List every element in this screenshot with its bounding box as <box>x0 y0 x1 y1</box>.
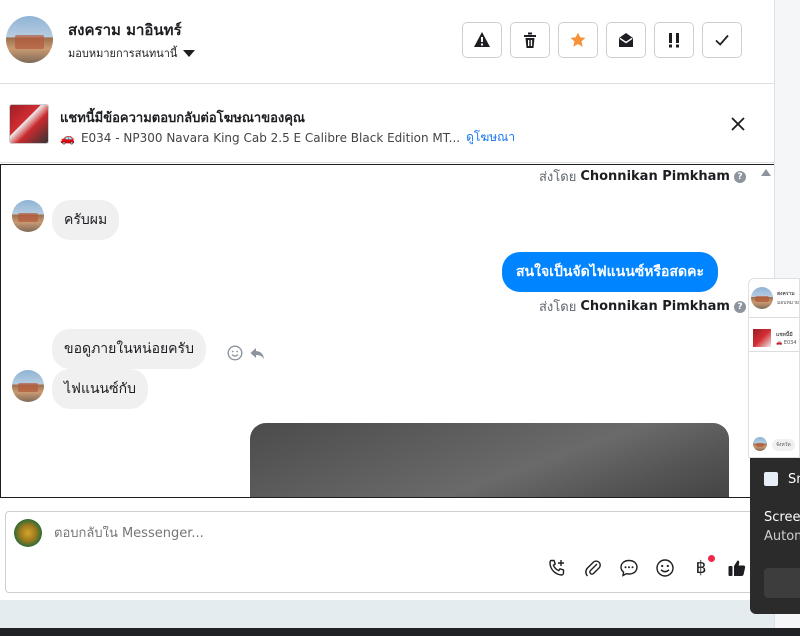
warning-icon <box>474 32 490 47</box>
sent-by-line: ส่งโดย Chonnikan Pimkham ? <box>539 166 746 187</box>
sent-by-line: ส่งโดย Chonnikan Pimkham ? <box>539 296 746 317</box>
scroll-up-arrow-icon[interactable] <box>761 169 771 176</box>
done-button[interactable] <box>702 22 742 58</box>
messenger-inbox-panel: สงคราม มาอินทร์ มอบหมายการสนทนานี้ แชทนี… <box>0 0 775 636</box>
view-ad-link[interactable]: ดูโฆษณา <box>466 128 515 147</box>
double-exclamation-icon <box>669 33 679 48</box>
emoji-button[interactable] <box>654 557 676 579</box>
page-footer-strip <box>0 600 774 628</box>
help-icon[interactable]: ? <box>733 170 746 183</box>
assign-dropdown[interactable]: มอบหมายการสนทนานี้ <box>68 44 196 62</box>
message-thread[interactable]: ส่งโดย Chonnikan Pimkham ? ครับผม สนใจเป… <box>0 164 775 498</box>
incoming-message[interactable]: ครับผม <box>52 200 120 240</box>
trash-icon <box>524 32 536 48</box>
incoming-message[interactable]: ไฟแนนซ์กับ <box>52 369 148 409</box>
image-attachment[interactable] <box>250 423 729 497</box>
toast-line-2: Autom <box>764 529 800 544</box>
help-icon[interactable]: ? <box>733 300 746 313</box>
contact-avatar-small[interactable] <box>12 370 44 402</box>
close-banner-button[interactable] <box>727 113 749 135</box>
phone-plus-icon <box>549 559 565 576</box>
snipping-tool-icon <box>764 472 778 486</box>
notification-toast[interactable]: Sn Screen Autom <box>750 458 800 614</box>
mini-ad-thumb <box>753 329 771 347</box>
mini-chat-window[interactable]: สงคราม มอบหมาย แชทนี้มี 🚗 E034 จังหวัด <box>748 278 800 458</box>
ad-banner-title: แชทนี้มีข้อความตอบกลับต่อโฆษณาของคุณ <box>60 111 305 126</box>
like-button[interactable] <box>726 557 748 579</box>
checkmark-icon <box>715 34 729 46</box>
spam-button[interactable] <box>462 22 502 58</box>
mini-ad-title: แชทนี้มี <box>776 332 793 338</box>
incoming-message[interactable]: ขอดูภายในหน่อยครับ <box>52 329 206 369</box>
paperclip-icon <box>585 560 601 577</box>
mini-message: จังหวัด <box>772 439 795 451</box>
smiley-icon[interactable] <box>227 345 243 361</box>
mini-divider <box>749 351 799 352</box>
toast-action-button[interactable] <box>764 568 800 598</box>
agent-name: Chonnikan Pimkham <box>580 299 730 314</box>
star-button[interactable] <box>558 22 598 58</box>
close-icon <box>731 117 745 131</box>
ad-description-row: 🚗 E034 - NP300 Navara King Cab 2.5 E Cal… <box>60 128 515 147</box>
outgoing-message[interactable]: สนใจเป็นจัดไฟแนนซ์หรือสดคะ <box>502 252 718 292</box>
mini-msg-avatar <box>753 437 767 451</box>
notification-dot <box>708 555 715 562</box>
mini-ad-sub: 🚗 E034 <box>776 340 797 346</box>
mini-sub: มอบหมาย <box>777 300 799 306</box>
payment-button[interactable]: ฿ <box>690 555 715 579</box>
reply-icon[interactable] <box>249 345 265 361</box>
open-envelope-icon <box>619 33 633 47</box>
baht-icon: ฿ <box>695 558 707 578</box>
conversation-header: สงคราม มาอินทร์ มอบหมายการสนทนานี้ <box>0 0 774 84</box>
assign-label: มอบหมายการสนทนานี้ <box>68 47 178 60</box>
contact-name[interactable]: สงคราม มาอินทร์ <box>68 18 182 42</box>
reply-composer: ฿ <box>5 511 767 593</box>
emoji-icon <box>656 559 674 577</box>
agent-name: Chonnikan Pimkham <box>580 169 730 184</box>
ad-thumbnail[interactable] <box>9 104 49 144</box>
attach-button[interactable] <box>582 557 604 579</box>
follow-up-button[interactable] <box>654 22 694 58</box>
mini-avatar <box>751 287 773 309</box>
car-icon: 🚗 <box>60 130 75 145</box>
toast-title: Sn <box>788 472 800 487</box>
mini-divider <box>749 317 799 318</box>
os-taskbar <box>0 628 800 636</box>
composer-toolbar: ฿ <box>546 555 748 579</box>
page-avatar <box>14 519 42 547</box>
chat-bubble-icon <box>620 559 638 577</box>
saved-replies-button[interactable] <box>618 557 640 579</box>
delete-button[interactable] <box>510 22 550 58</box>
caret-down-icon <box>183 49 196 57</box>
mark-unread-button[interactable] <box>606 22 646 58</box>
toast-line-1: Screen <box>764 510 800 525</box>
contact-avatar-small[interactable] <box>12 200 44 232</box>
sent-by-label: ส่งโดย <box>539 170 577 185</box>
thumbs-up-icon <box>728 560 746 576</box>
call-button[interactable] <box>546 557 568 579</box>
ad-description: E034 - NP300 Navara King Cab 2.5 E Calib… <box>80 130 461 145</box>
reply-input[interactable] <box>54 526 654 541</box>
sent-by-label: ส่งโดย <box>539 300 577 315</box>
message-actions <box>227 345 265 361</box>
contact-avatar[interactable] <box>6 16 53 63</box>
star-icon <box>570 32 586 47</box>
mini-name: สงคราม <box>777 291 795 297</box>
